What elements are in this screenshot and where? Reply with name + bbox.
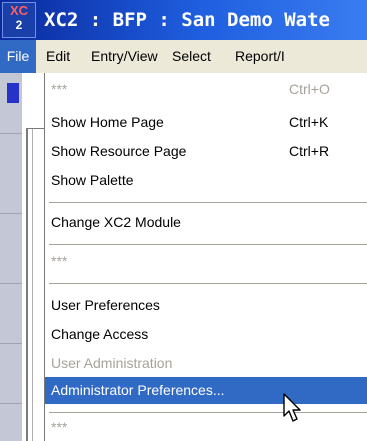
- menu-item-shortcut: Ctrl+R: [289, 143, 330, 159]
- app-icon-bottom: 2: [15, 18, 23, 32]
- menu-item-show-home-page[interactable]: Show Home Page Ctrl+K: [45, 114, 367, 134]
- window-title: XC2 : BFP : San Demo Wate: [44, 9, 330, 31]
- menu-edit[interactable]: Edit: [46, 40, 70, 73]
- background-blue-bar: [7, 83, 19, 103]
- background-stripe: [0, 213, 22, 214]
- menu-item-placeholder[interactable]: ***: [45, 419, 367, 439]
- menu-file[interactable]: File: [0, 40, 36, 73]
- menu-entry-view[interactable]: Entry/View: [91, 40, 158, 73]
- menu-report[interactable]: Report/I: [235, 40, 285, 73]
- tree-line: [32, 128, 33, 441]
- menu-separator: [49, 283, 367, 284]
- menu-separator: [49, 412, 367, 413]
- background-stripe: [0, 133, 22, 134]
- menu-separator: [49, 244, 367, 245]
- menu-item-label: Show Palette: [51, 172, 134, 188]
- menu-item-change-access[interactable]: Change Access: [45, 326, 367, 346]
- menubar: File Edit Entry/View Select Report/I: [0, 40, 367, 74]
- file-menu-dropdown: *** Ctrl+O Show Home Page Ctrl+K Show Re…: [44, 73, 367, 441]
- background-tree-area: [22, 73, 66, 441]
- menu-separator: [49, 202, 367, 203]
- background-window-strip: [0, 73, 22, 441]
- menu-item-label: Show Resource Page: [51, 143, 187, 159]
- menu-item-label: Change Access: [51, 326, 149, 342]
- menu-item-shortcut: Ctrl+K: [289, 114, 329, 130]
- menu-item-label: ***: [51, 253, 68, 269]
- window-titlebar[interactable]: XC 2 XC2 : BFP : San Demo Wate: [0, 0, 367, 40]
- menu-item-show-resource-page[interactable]: Show Resource Page Ctrl+R: [45, 143, 367, 163]
- menu-item-label: Administrator Preferences...: [51, 382, 225, 398]
- background-stripe: [0, 283, 22, 284]
- menu-item-change-xc2-module[interactable]: Change XC2 Module: [45, 214, 367, 234]
- app-icon-top: XC: [9, 3, 29, 18]
- menu-item-placeholder[interactable]: ***: [45, 253, 367, 273]
- menu-item-user-preferences[interactable]: User Preferences: [45, 297, 367, 317]
- menu-item-label: ***: [51, 81, 68, 97]
- menu-item-label: User Administration: [51, 355, 173, 371]
- menu-item-label: User Preferences: [51, 297, 160, 313]
- arrow-pointer-icon: [283, 393, 301, 422]
- menu-item-administrator-preferences[interactable]: Administrator Preferences...: [45, 377, 367, 404]
- background-stripe: [0, 343, 22, 344]
- menu-item-label: Show Home Page: [51, 114, 164, 130]
- menu-item-label: Change XC2 Module: [51, 214, 181, 230]
- menu-select[interactable]: Select: [172, 40, 211, 73]
- menu-item-open[interactable]: *** Ctrl+O: [45, 81, 367, 101]
- tree-line: [26, 128, 28, 441]
- menu-item-shortcut: Ctrl+O: [289, 81, 330, 97]
- xc2-app-icon[interactable]: XC 2: [2, 2, 36, 38]
- menu-item-label: ***: [51, 419, 68, 435]
- menu-item-show-palette[interactable]: Show Palette: [45, 172, 367, 192]
- menu-item-user-administration[interactable]: User Administration: [45, 355, 367, 375]
- background-stripe: [0, 403, 22, 404]
